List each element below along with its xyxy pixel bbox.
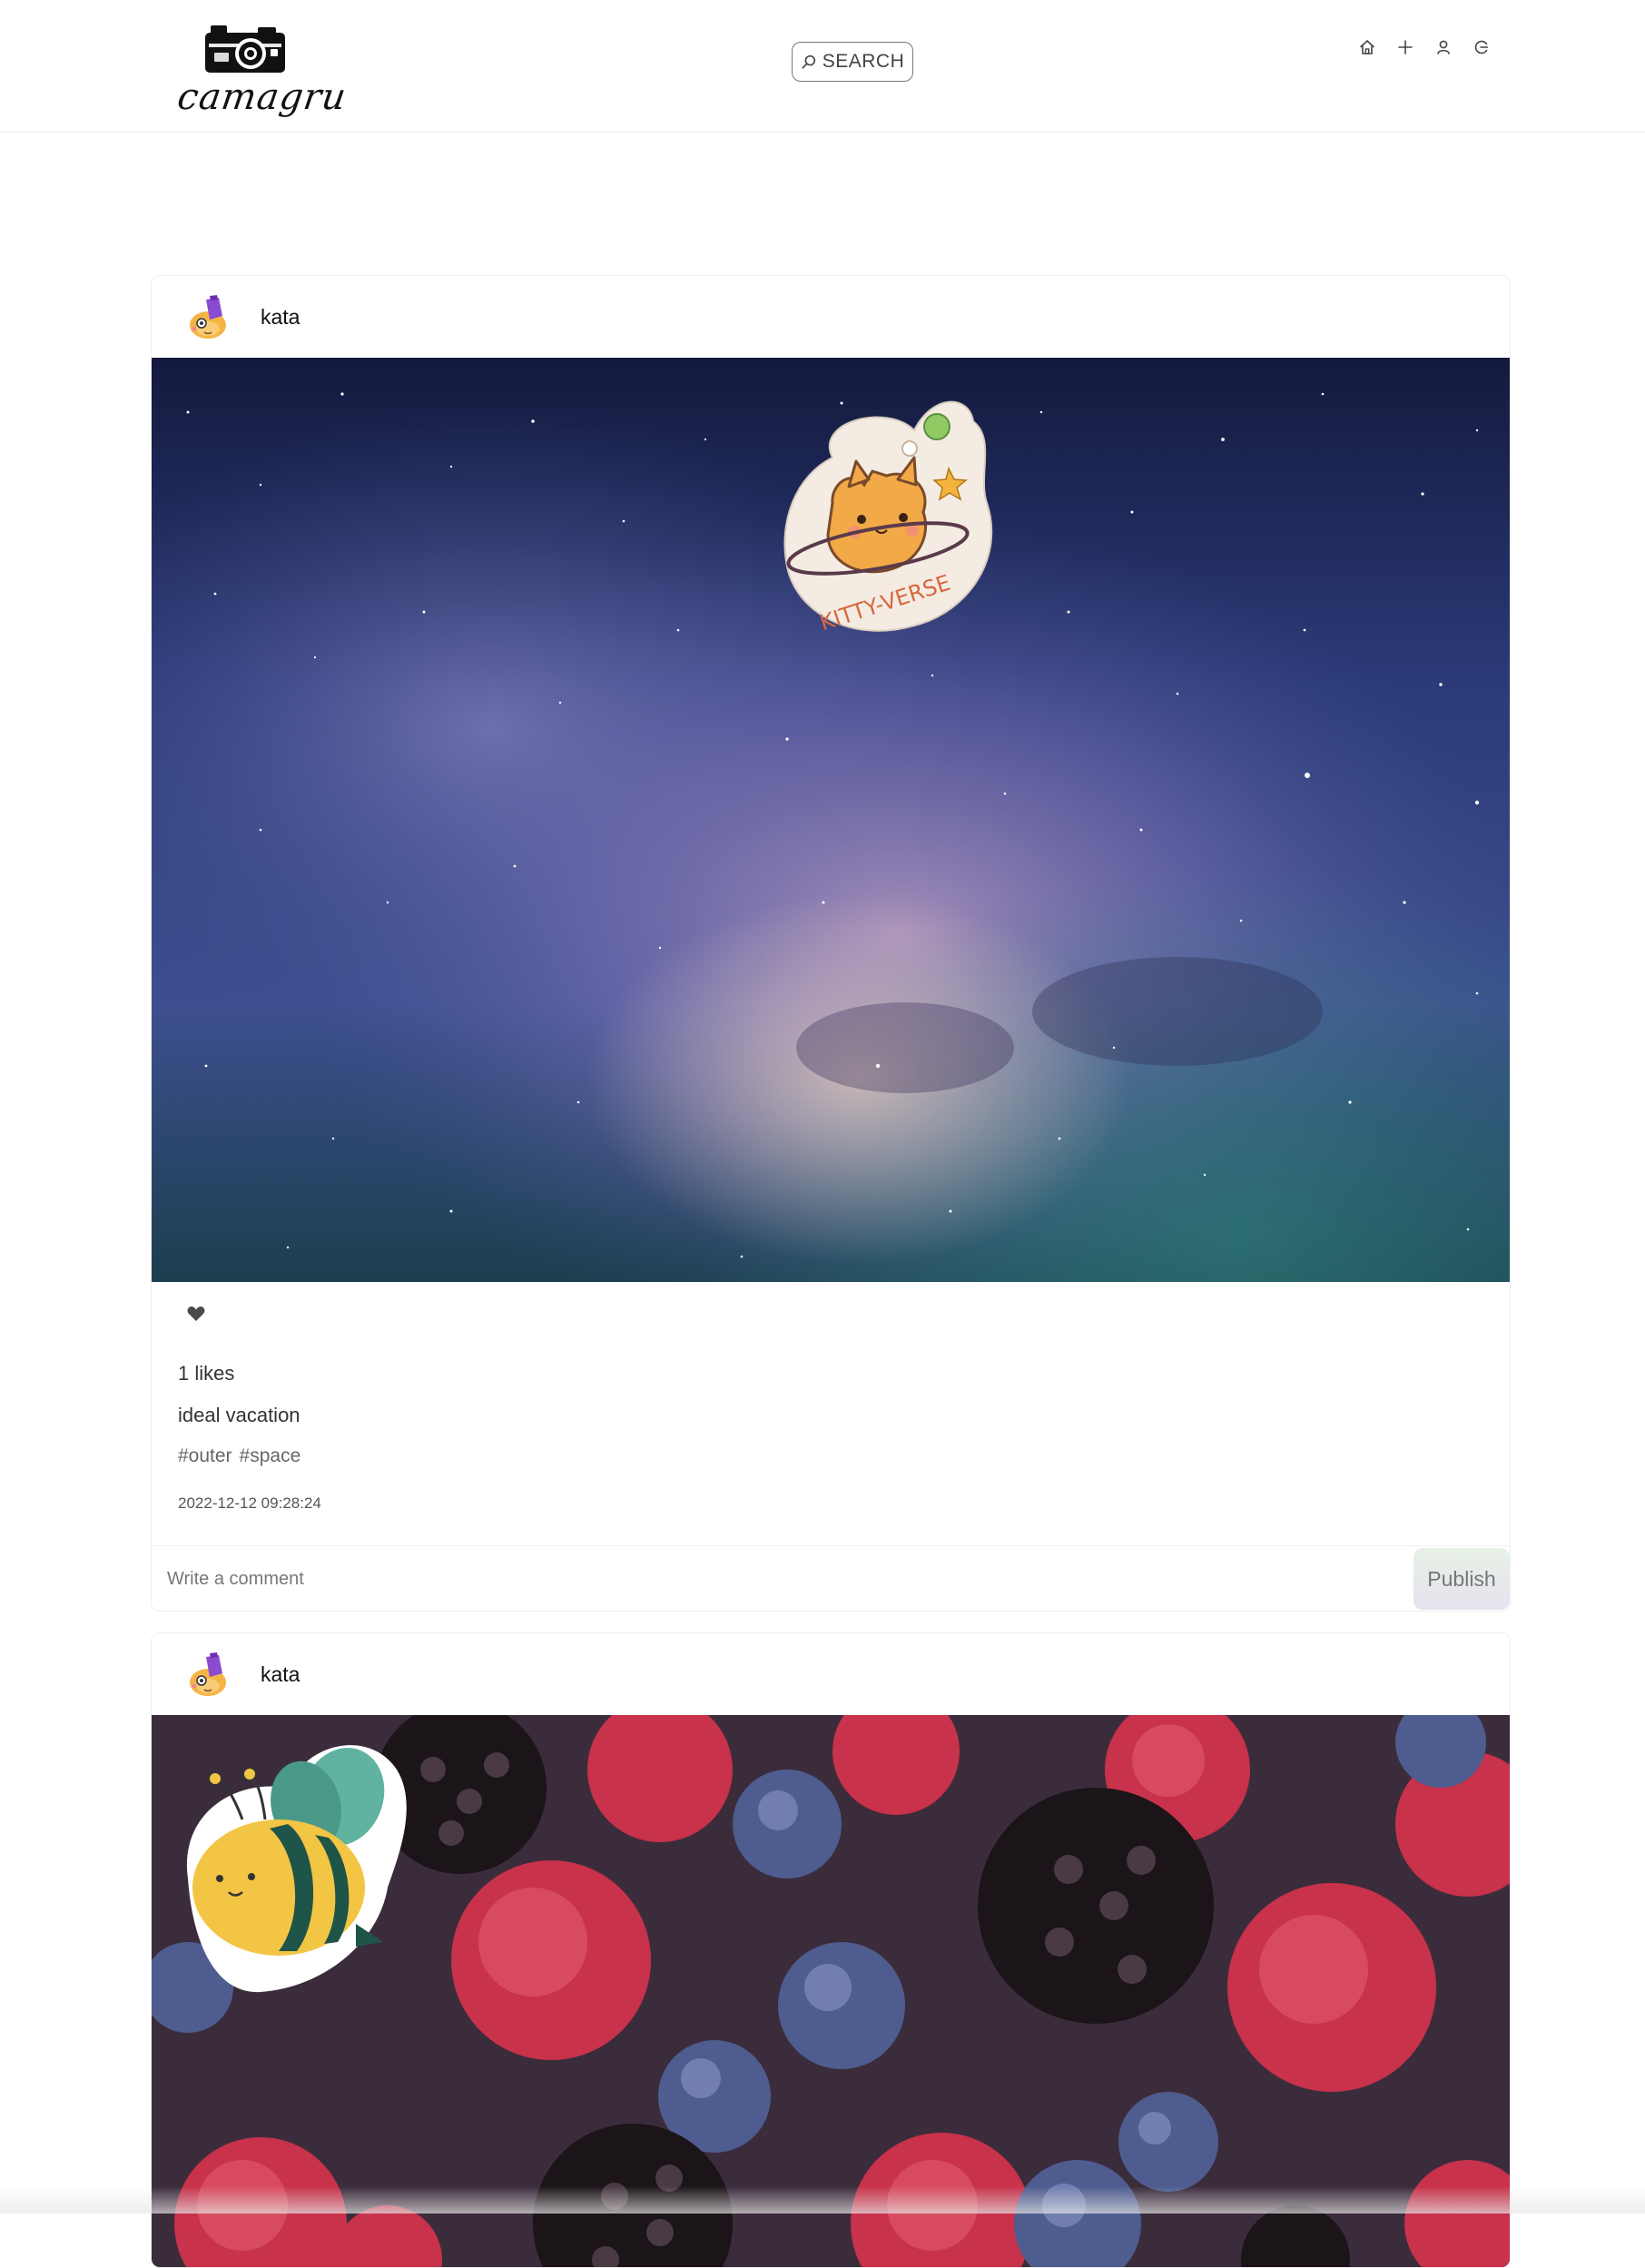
- post-caption: ideal vacation: [178, 1404, 300, 1426]
- space-photo: KITTY-VERSE: [152, 358, 1510, 1282]
- post-image[interactable]: KITTY-VERSE: [152, 358, 1510, 1282]
- publish-button[interactable]: Publish: [1414, 1548, 1510, 1610]
- home-icon: [1360, 40, 1374, 54]
- post-username[interactable]: kata: [261, 1662, 300, 1687]
- post-tags: #outer #space: [178, 1445, 300, 1467]
- tag-link[interactable]: #outer: [178, 1445, 232, 1467]
- nav-home-button[interactable]: [1358, 38, 1376, 56]
- post-image[interactable]: [152, 1715, 1510, 2267]
- plus-icon: [1398, 40, 1413, 54]
- post-username[interactable]: kata: [261, 305, 300, 330]
- avatar[interactable]: [186, 1650, 235, 1701]
- search-icon: [802, 54, 815, 69]
- nav-new-post-button[interactable]: [1396, 38, 1414, 56]
- logout-icon: [1474, 40, 1489, 54]
- post-details: 1 likes ideal vacation #outer #space 202…: [152, 1282, 1510, 1611]
- search-label: SEARCH: [822, 51, 905, 72]
- camagru-logo[interactable]: camagru: [174, 18, 350, 123]
- berries-photo: [152, 1715, 1510, 2267]
- comment-input[interactable]: [152, 1546, 1412, 1611]
- heart-icon[interactable]: [186, 1304, 206, 1324]
- nav-profile-button[interactable]: [1434, 38, 1453, 56]
- nav-logout-button[interactable]: [1473, 38, 1491, 56]
- post-header: kata: [152, 276, 1510, 358]
- avatar[interactable]: [186, 292, 235, 343]
- comment-form: Publish: [152, 1545, 1510, 1611]
- post-header: kata: [152, 1633, 1510, 1715]
- tag-link[interactable]: #space: [240, 1445, 301, 1467]
- post-card: kata: [151, 275, 1511, 1612]
- logo-text: camagru: [174, 76, 350, 118]
- user-icon: [1437, 40, 1450, 54]
- post-timestamp: 2022-12-12 09:28:24: [178, 1494, 321, 1512]
- search-button[interactable]: SEARCH: [792, 42, 913, 82]
- post-card: kata: [151, 1632, 1511, 2268]
- camera-logo-icon: [205, 25, 285, 73]
- main-nav: [1358, 38, 1491, 56]
- likes-count: 1 likes: [178, 1362, 235, 1385]
- top-header: camagru SEARCH: [0, 0, 1645, 133]
